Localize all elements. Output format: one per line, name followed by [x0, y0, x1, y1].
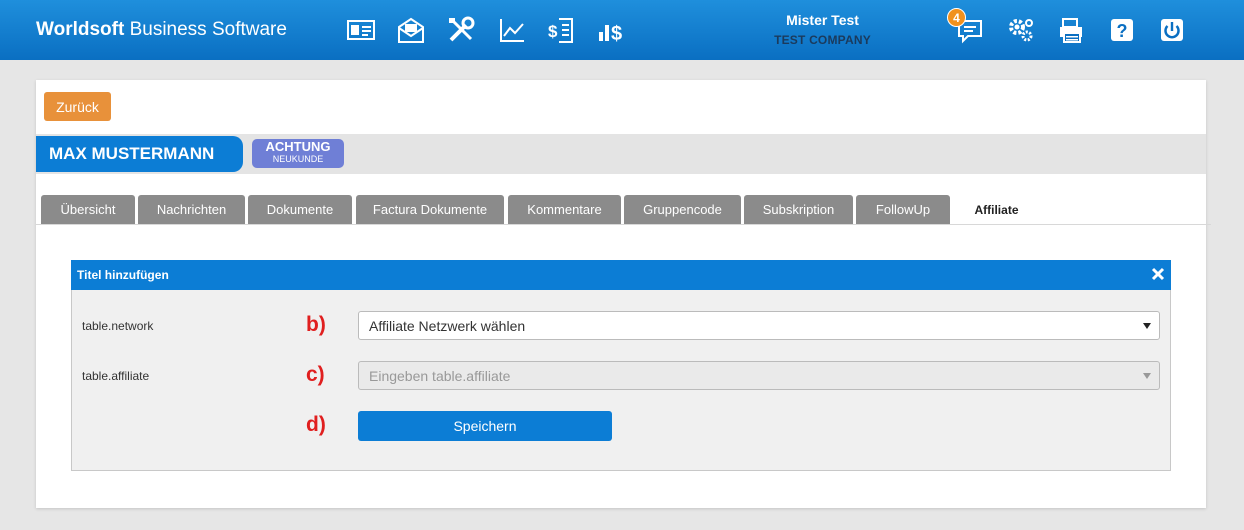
step-marker-d: d)	[306, 413, 326, 436]
tab-affiliate[interactable]: Affiliate	[954, 195, 1039, 224]
step-marker-c: c)	[306, 363, 325, 386]
messages-count-badge: 4	[947, 8, 966, 27]
customer-name: MAX MUSTERMANN	[36, 136, 243, 172]
brand-bold: Worldsoft	[36, 19, 125, 40]
tab-divider	[36, 224, 1211, 225]
user-name: Mister Test	[786, 12, 859, 28]
messages-icon[interactable]: 4	[947, 8, 987, 47]
tools-icon[interactable]	[444, 13, 478, 47]
tab-followup[interactable]: FollowUp	[856, 195, 950, 224]
save-button[interactable]: Speichern	[358, 411, 612, 441]
tab-kommentare[interactable]: Kommentare	[508, 195, 621, 224]
svg-text:$: $	[548, 22, 558, 41]
chevron-down-icon	[1143, 323, 1151, 329]
network-label: table.network	[82, 319, 154, 333]
help-icon[interactable]: ?	[1105, 13, 1139, 47]
chart-line-icon[interactable]	[495, 13, 529, 47]
contact-card-icon[interactable]	[344, 13, 378, 47]
alert-subtitle: NEUKUNDE	[272, 154, 324, 164]
brand-rest: Business Software	[124, 19, 287, 40]
network-select[interactable]: Affiliate Netzwerk wählen	[358, 311, 1160, 340]
brand-logo[interactable]: Worldsoft Business Software	[36, 19, 287, 41]
panel-title: Titel hinzufügen	[77, 268, 169, 282]
invoice-dollar-icon[interactable]: $	[545, 13, 579, 47]
network-select-value: Affiliate Netzwerk wählen	[369, 317, 526, 334]
affiliate-select[interactable]: Eingeben table.affiliate	[358, 361, 1160, 390]
customer-header: MAX MUSTERMANN ACHTUNG NEUKUNDE	[36, 134, 1206, 174]
tab-subskription[interactable]: Subskription	[744, 195, 853, 224]
tab-uebersicht[interactable]: Übersicht	[41, 195, 135, 224]
panel-header: Titel hinzufügen	[71, 260, 1171, 290]
main-card: Zurück MAX MUSTERMANN ACHTUNG NEUKUNDE Ü…	[36, 80, 1211, 508]
user-company: TEST COMPANY	[774, 33, 871, 47]
tab-nachrichten[interactable]: Nachrichten	[138, 195, 245, 224]
tab-gruppencode[interactable]: Gruppencode	[624, 195, 741, 224]
svg-text:$: $	[611, 23, 622, 45]
tab-bar: Übersicht Nachrichten Dokumente Factura …	[41, 195, 1211, 225]
logout-power-icon[interactable]	[1155, 13, 1189, 47]
affiliate-label: table.affiliate	[82, 369, 150, 383]
bar-dollar-icon[interactable]: $	[595, 13, 629, 47]
tab-dokumente[interactable]: Dokumente	[248, 195, 352, 224]
alert-title: ACHTUNG	[265, 139, 331, 154]
back-button[interactable]: Zurück	[44, 92, 111, 121]
print-icon[interactable]	[1055, 13, 1089, 47]
close-icon[interactable]	[1151, 267, 1165, 281]
mail-icon[interactable]	[394, 13, 428, 47]
alert-badge: ACHTUNG NEUKUNDE	[252, 139, 344, 168]
add-title-panel: Titel hinzufügen table.network b) Affili…	[71, 260, 1171, 471]
svg-text:?: ?	[1117, 21, 1128, 41]
step-marker-b: b)	[306, 313, 326, 336]
tab-factura-dokumente[interactable]: Factura Dokumente	[356, 195, 504, 224]
gears-icon[interactable]	[1004, 13, 1038, 47]
affiliate-select-placeholder: Eingeben table.affiliate	[369, 367, 511, 384]
chevron-down-icon	[1143, 373, 1151, 379]
top-bar: Worldsoft Business Software $ $ Mister T…	[0, 0, 1244, 60]
current-user[interactable]: Mister Test TEST COMPANY	[740, 12, 905, 47]
